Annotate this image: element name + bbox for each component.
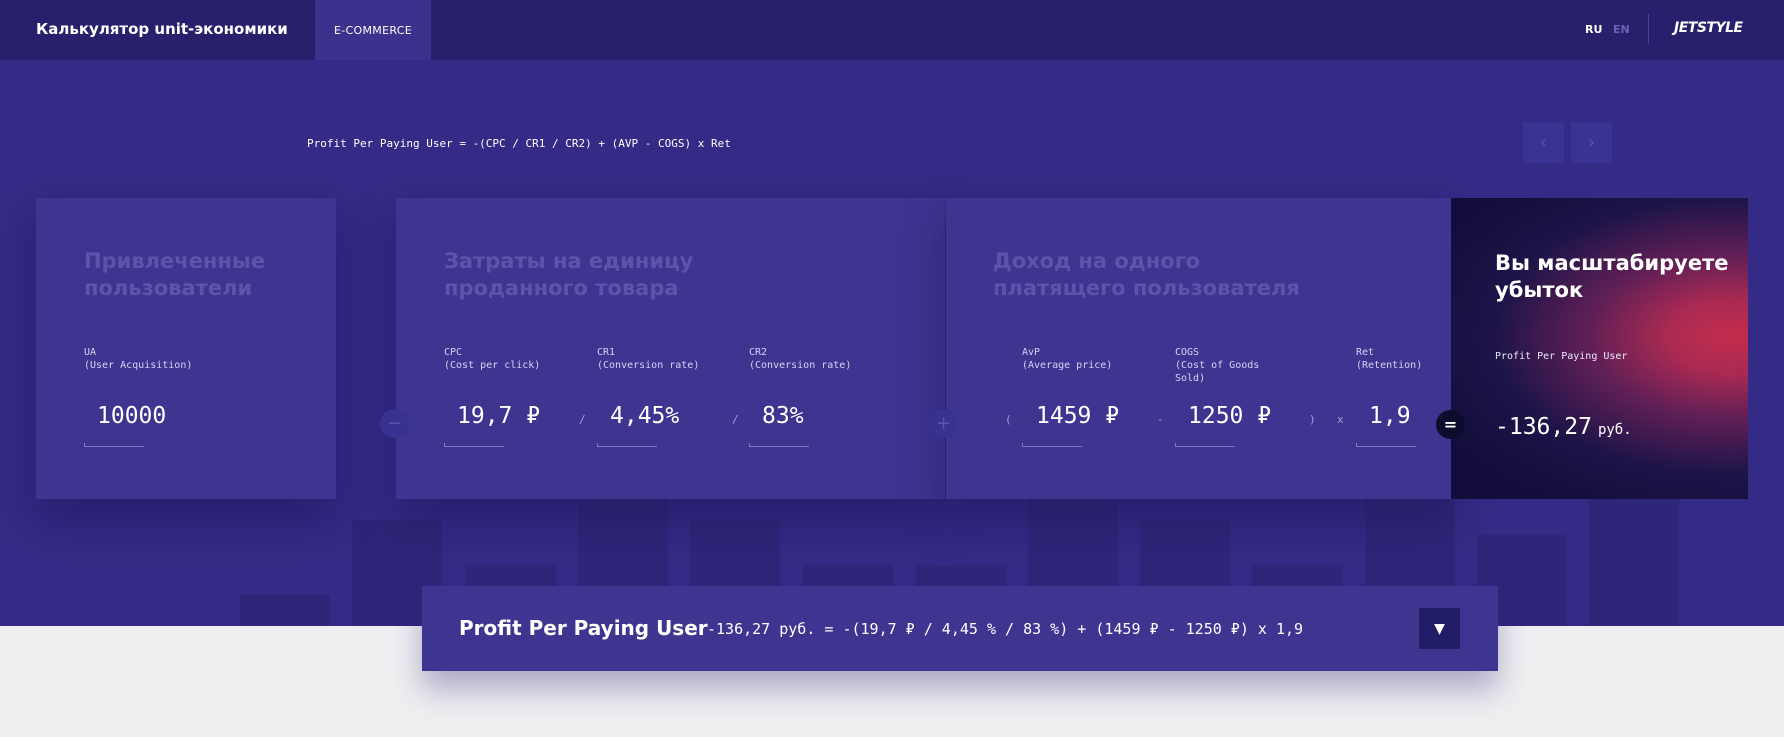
expand-toggle-button[interactable]: ▼ [1419,608,1460,649]
summary-title: Profit Per Paying User [459,616,708,640]
ua-input-underline [84,443,144,447]
ua-field-label: UA (User Acquisition) [84,347,193,371]
cr2-field-label: CR2 (Conversion rate) [749,347,852,371]
user-acquisition-card: Привлеченные пользователи UA (User Acqui… [36,198,336,499]
cr2-input-underline [749,443,809,447]
result-unit: руб. [1597,422,1632,438]
cogs-field-label: COGS (Cost of Goods Sold) [1175,347,1260,384]
avp-input[interactable]: 1459 ₽ [1036,403,1119,429]
summary-panel: Profit Per Paying User -136,27 руб. = -(… [422,586,1498,671]
result-card: Вы масштабируете убыток Profit Per Payin… [1451,198,1748,499]
chevron-right-icon: › [1587,132,1596,153]
close-paren-operator: ) [1309,413,1316,426]
cr2-input[interactable]: 83% [762,403,804,429]
cr1-input-underline [597,443,657,447]
formula-text: Profit Per Paying User = -(CPC / CR1 / C… [307,137,731,150]
equals-icon: = [1436,410,1465,439]
income-per-user-card: Доход на одного платящего пользователя (… [946,198,1451,499]
ua-input[interactable]: 10000 [97,403,166,429]
result-label: Profit Per Paying User [1495,351,1628,362]
ret-field-label: Ret (Retention) [1356,347,1423,371]
next-button[interactable]: › [1571,122,1612,163]
ret-input[interactable]: 1,9 [1369,403,1411,429]
tab-ecommerce[interactable]: E-COMMERCE [315,0,431,60]
result-title: Вы масштабируете убыток [1495,251,1729,302]
triangle-down-icon: ▼ [1434,620,1445,637]
cr1-field-label: CR1 (Conversion rate) [597,347,700,371]
cogs-input[interactable]: 1250 ₽ [1188,403,1271,429]
language-en-link[interactable]: EN [1613,23,1630,36]
open-paren-operator: ( [1005,413,1012,426]
card-heading: Доход на одного платящего пользователя [993,249,1300,300]
top-navigation-bar: Калькулятор unit-экономики E-COMMERCE RU… [0,0,1784,60]
ret-input-underline [1356,443,1416,447]
chevron-left-icon: ‹ [1539,132,1548,153]
card-heading: Затраты на единицу проданного товара [444,249,694,300]
minus-icon: − [380,409,409,438]
multiply-operator: x [1337,413,1344,426]
unit-cost-card: Затраты на единицу проданного товара CPC… [396,198,945,499]
avp-field-label: AvP (Average price) [1022,347,1113,371]
divide-operator: / [732,413,739,426]
cpc-input-underline [444,443,504,447]
hero-section: Калькулятор unit-экономики E-COMMERCE RU… [0,0,1784,626]
card-heading: Привлеченные пользователи [84,249,266,300]
previous-button[interactable]: ‹ [1523,122,1564,163]
minus-operator: - [1157,413,1164,426]
cpc-field-label: CPC (Cost per click) [444,347,541,371]
result-value: -136,27 руб. [1495,414,1632,440]
cr1-input[interactable]: 4,45% [610,403,679,429]
divide-operator: / [579,413,586,426]
app-title: Калькулятор unit-экономики [36,20,288,38]
cogs-input-underline [1175,443,1235,447]
summary-formula: -136,27 руб. = -(19,7 ₽ / 4,45 % / 83 %)… [707,620,1304,638]
language-ru-link[interactable]: RU [1585,23,1602,36]
cpc-input[interactable]: 19,7 ₽ [457,403,540,429]
header-divider [1648,14,1649,44]
avp-input-underline [1022,443,1082,447]
jetstyle-logo[interactable]: JETSTYLE [1674,20,1743,36]
plus-icon: + [929,409,958,438]
